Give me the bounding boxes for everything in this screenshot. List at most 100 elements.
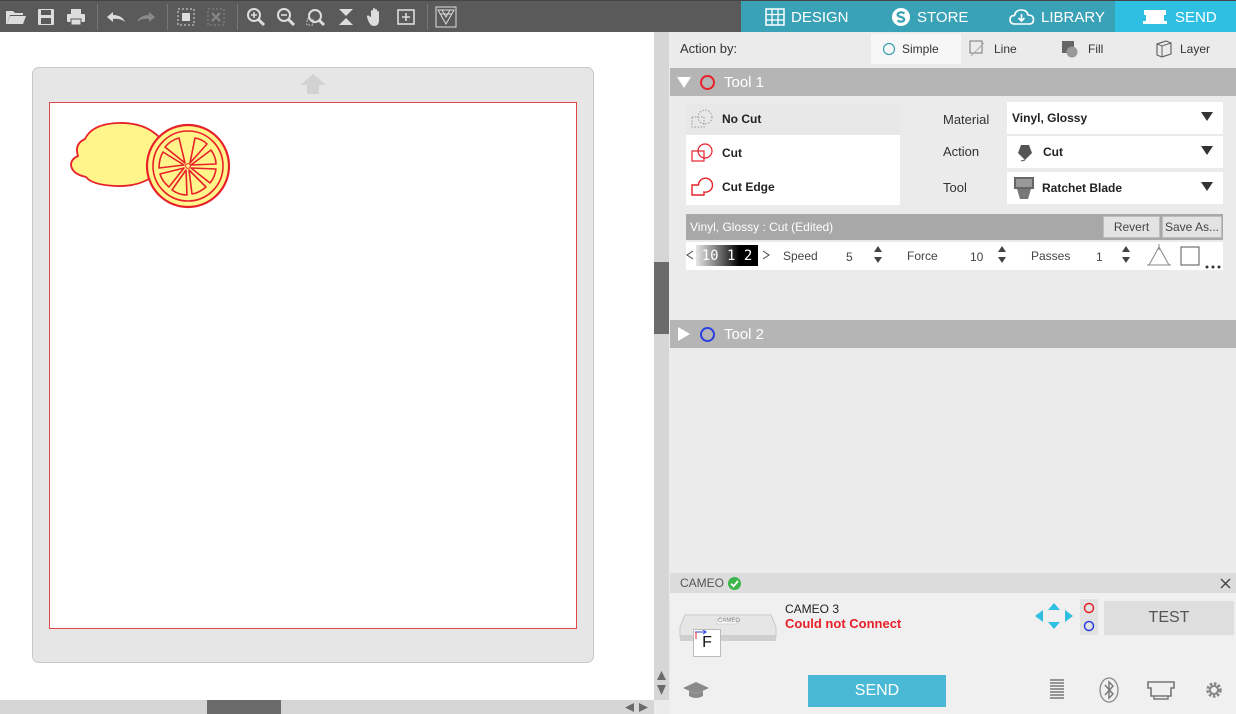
tool-selector[interactable] bbox=[1080, 599, 1098, 635]
connected-check-icon bbox=[728, 576, 742, 590]
tool-2-indicator-icon[interactable] bbox=[1083, 620, 1095, 632]
ungroup-icon[interactable] bbox=[204, 5, 228, 29]
tab-design[interactable]: DESIGN bbox=[765, 1, 877, 33]
action-select[interactable]: Cut bbox=[1007, 136, 1223, 168]
tab-store-label: STORE bbox=[917, 8, 969, 26]
tool-1-indicator-icon[interactable] bbox=[1083, 602, 1095, 614]
pan-hand-icon[interactable] bbox=[364, 5, 388, 29]
tool-2-header[interactable]: Tool 2 bbox=[670, 320, 1236, 348]
fill-color-icon bbox=[1062, 41, 1078, 58]
passes-label: Passes bbox=[1031, 249, 1071, 263]
feed-direction-arrow-icon bbox=[300, 74, 326, 94]
action-layer-button[interactable]: Layer bbox=[1154, 34, 1234, 64]
cutter-machine-icon[interactable] bbox=[1146, 679, 1176, 701]
tab-send[interactable]: SEND bbox=[1115, 1, 1236, 33]
no-cut-icon bbox=[691, 109, 713, 128]
tab-library[interactable]: LIBRARY bbox=[1009, 1, 1129, 33]
action-simple-label: Simple bbox=[902, 42, 939, 56]
send-panel: Action by: Simple Line Fill Layer Tool 1… bbox=[670, 32, 1236, 714]
cut-option-cut-label: Cut bbox=[722, 146, 742, 160]
line-segment-overcut-icon[interactable] bbox=[1146, 244, 1172, 268]
save-icon[interactable] bbox=[34, 5, 58, 29]
action-line-button[interactable]: Line bbox=[968, 34, 1048, 64]
cut-option-no-cut[interactable]: No Cut bbox=[686, 103, 900, 135]
test-button[interactable]: TEST bbox=[1104, 601, 1234, 635]
fit-page-icon[interactable] bbox=[394, 5, 418, 29]
group-icon[interactable] bbox=[174, 5, 198, 29]
scroll-up-down-icon[interactable] bbox=[656, 668, 667, 698]
tool-2-color-icon bbox=[700, 326, 715, 342]
material-value: Vinyl, Glossy bbox=[1012, 111, 1088, 125]
dropdown-arrow-icon bbox=[1201, 182, 1213, 191]
passes-value[interactable]: 1 bbox=[1096, 250, 1103, 264]
scroll-left-right-icon[interactable] bbox=[622, 702, 652, 713]
blade-increase-icon[interactable] bbox=[762, 250, 770, 260]
revert-button[interactable]: Revert bbox=[1103, 216, 1160, 238]
tool-1-header[interactable]: Tool 1 bbox=[670, 68, 1236, 96]
more-options-icon[interactable] bbox=[1205, 264, 1221, 270]
cut-settings-row: 10 1 2 Speed 5 Force 10 Passes 1 bbox=[686, 242, 1223, 270]
cut-option-cut-edge[interactable]: Cut Edge bbox=[686, 171, 900, 203]
blade-decrease-icon[interactable] bbox=[686, 250, 694, 260]
cut-option-cut[interactable]: Cut bbox=[686, 137, 900, 169]
zoom-in-icon[interactable] bbox=[244, 5, 268, 29]
force-value[interactable]: 10 bbox=[970, 250, 983, 264]
machine-brand-text: CAMEO bbox=[718, 618, 741, 624]
zoom-out-icon[interactable] bbox=[274, 5, 298, 29]
device-box: CAMEO F CAMEO 3 Could not Connect TEST S… bbox=[670, 593, 1236, 714]
design-workspace[interactable] bbox=[0, 32, 654, 700]
zoom-fit-icon[interactable] bbox=[334, 5, 358, 29]
send-button[interactable]: SEND bbox=[808, 675, 946, 707]
zoom-selection-icon[interactable] bbox=[304, 5, 328, 29]
cut-style-list: No Cut Cut Cut Edge bbox=[686, 103, 900, 205]
passes-stepper-icon[interactable] bbox=[1121, 244, 1131, 266]
top-toolbar: DESIGN STORE LIBRARY SEND bbox=[0, 0, 1236, 33]
cut-edge-icon bbox=[691, 177, 714, 196]
machine-thumbnail[interactable]: CAMEO F bbox=[679, 607, 777, 657]
collapse-triangle-icon[interactable] bbox=[676, 75, 692, 89]
print-icon[interactable] bbox=[64, 5, 88, 29]
tool-value: Ratchet Blade bbox=[1042, 181, 1123, 195]
tab-store[interactable]: STORE bbox=[891, 1, 1003, 33]
graduation-cap-icon[interactable] bbox=[682, 680, 710, 700]
save-as-button[interactable]: Save As... bbox=[1162, 216, 1222, 238]
barcode-icon[interactable] bbox=[1049, 678, 1065, 702]
vertical-scrollbar[interactable] bbox=[654, 32, 669, 700]
open-icon[interactable] bbox=[4, 5, 28, 29]
dropdown-arrow-icon bbox=[1201, 112, 1213, 121]
action-fill-button[interactable]: Fill bbox=[1060, 34, 1140, 64]
blade-cut-icon bbox=[1018, 145, 1032, 162]
cutting-mat bbox=[32, 67, 594, 663]
device-status: Could not Connect bbox=[785, 616, 902, 631]
material-select[interactable]: Vinyl, Glossy bbox=[1007, 102, 1223, 134]
speed-value[interactable]: 5 bbox=[846, 250, 853, 264]
orientation-arrows-icon bbox=[695, 630, 707, 639]
layer-icon bbox=[1156, 40, 1172, 58]
speed-stepper-icon[interactable] bbox=[873, 244, 883, 266]
action-value: Cut bbox=[1043, 145, 1063, 159]
horizontal-scrollbar[interactable] bbox=[0, 700, 654, 714]
undo-icon[interactable] bbox=[104, 5, 128, 29]
bluetooth-icon[interactable] bbox=[1099, 677, 1119, 703]
lemon-design[interactable] bbox=[68, 119, 230, 219]
triangle-pattern-icon[interactable] bbox=[434, 5, 458, 29]
close-icon[interactable] bbox=[1220, 578, 1231, 589]
tab-design-label: DESIGN bbox=[791, 8, 849, 26]
move-arrows-icon[interactable] bbox=[1034, 602, 1074, 630]
grid-icon bbox=[765, 8, 785, 26]
gear-icon[interactable] bbox=[1204, 680, 1224, 700]
action-simple-button[interactable]: Simple bbox=[871, 34, 961, 64]
blade-depth-scale-value: 10 1 2 bbox=[701, 247, 753, 264]
tool-select[interactable]: Ratchet Blade bbox=[1007, 172, 1223, 204]
line-color-icon bbox=[969, 40, 985, 57]
expand-triangle-icon[interactable] bbox=[676, 326, 692, 342]
horizontal-scroll-thumb[interactable] bbox=[207, 700, 281, 714]
store-s-icon bbox=[892, 8, 910, 26]
revert-label: Revert bbox=[1113, 220, 1150, 234]
vertical-scroll-thumb[interactable] bbox=[654, 262, 669, 334]
redo-icon[interactable] bbox=[134, 5, 158, 29]
track-enhancing-checkbox-icon[interactable] bbox=[1179, 245, 1201, 267]
action-property-label: Action bbox=[943, 144, 980, 159]
force-stepper-icon[interactable] bbox=[997, 244, 1007, 266]
blade-depth-scale[interactable]: 10 1 2 bbox=[696, 245, 758, 266]
